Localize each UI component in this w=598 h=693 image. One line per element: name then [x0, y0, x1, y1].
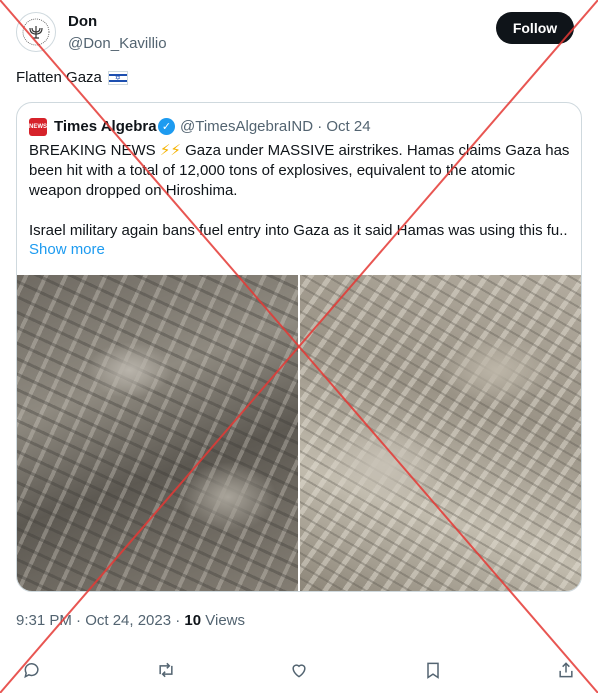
timestamp-time[interactable]: 9:31 PM · Oct 24, 2023 · [16, 612, 184, 629]
quote-line-4: Israel military again bans fuel entry in… [29, 222, 569, 239]
show-more-link[interactable]: Show more [29, 241, 105, 258]
author-avatar[interactable] [16, 12, 56, 52]
menorah-emblem-icon [22, 18, 50, 46]
tweet-text-content: Flatten Gaza [16, 69, 102, 86]
verified-badge-icon: ✓ [158, 118, 175, 135]
quote-line-1-prefix: BREAKING NEWS [29, 142, 156, 159]
destroyed-buildings-photo[interactable] [17, 275, 298, 591]
lightning-icon: ⚡⚡ [159, 142, 181, 159]
like-icon [292, 664, 306, 678]
quote-line-2: been hit with a total of 12,000 tons of … [29, 162, 516, 179]
quote-media [17, 275, 581, 591]
quote-line-1: BREAKING NEWS ⚡⚡ Gaza under MASSIVE airs… [29, 141, 569, 161]
reply-icon [24, 663, 39, 679]
views-count: 10 [184, 612, 202, 629]
author-name[interactable]: Don [68, 13, 97, 30]
reply-button[interactable] [20, 658, 44, 682]
bookmark-button[interactable] [421, 658, 445, 682]
share-icon [559, 662, 573, 678]
quote-line-1-suffix: Gaza under MASSIVE airstrikes. Hamas cla… [185, 142, 569, 159]
quote-body: BREAKING NEWS ⚡⚡ Gaza under MASSIVE airs… [29, 141, 569, 241]
follow-button[interactable]: Follow [496, 12, 574, 44]
retweet-button[interactable] [154, 658, 178, 682]
bookmark-icon [427, 662, 439, 679]
quote-line-3: weapon dropped on Hiroshima. [29, 182, 238, 199]
views-label: Views [201, 612, 246, 629]
quote-author-name[interactable]: Times Algebra [54, 118, 157, 135]
quote-meta: @TimesAlgebraIND · Oct 24 [180, 118, 371, 135]
quoted-tweet[interactable]: NEWS Times Algebra ✓ @TimesAlgebraIND · … [16, 102, 582, 592]
quote-avatar[interactable]: NEWS [29, 118, 47, 136]
tweet-timestamp: 9:31 PM · Oct 24, 2023 · 10 Views [16, 612, 245, 629]
like-button[interactable] [287, 658, 311, 682]
aerial-rubble-photo[interactable] [300, 275, 581, 591]
tweet-text: Flatten Gaza ✡ [16, 69, 128, 86]
israel-flag-icon: ✡ [107, 70, 128, 85]
author-handle[interactable]: @Don_Kavillio [68, 35, 167, 52]
action-bar [0, 658, 598, 682]
tweet: Don @Don_Kavillio Follow Flatten Gaza ✡ … [0, 0, 598, 693]
share-button[interactable] [554, 658, 578, 682]
retweet-icon [159, 662, 173, 678]
